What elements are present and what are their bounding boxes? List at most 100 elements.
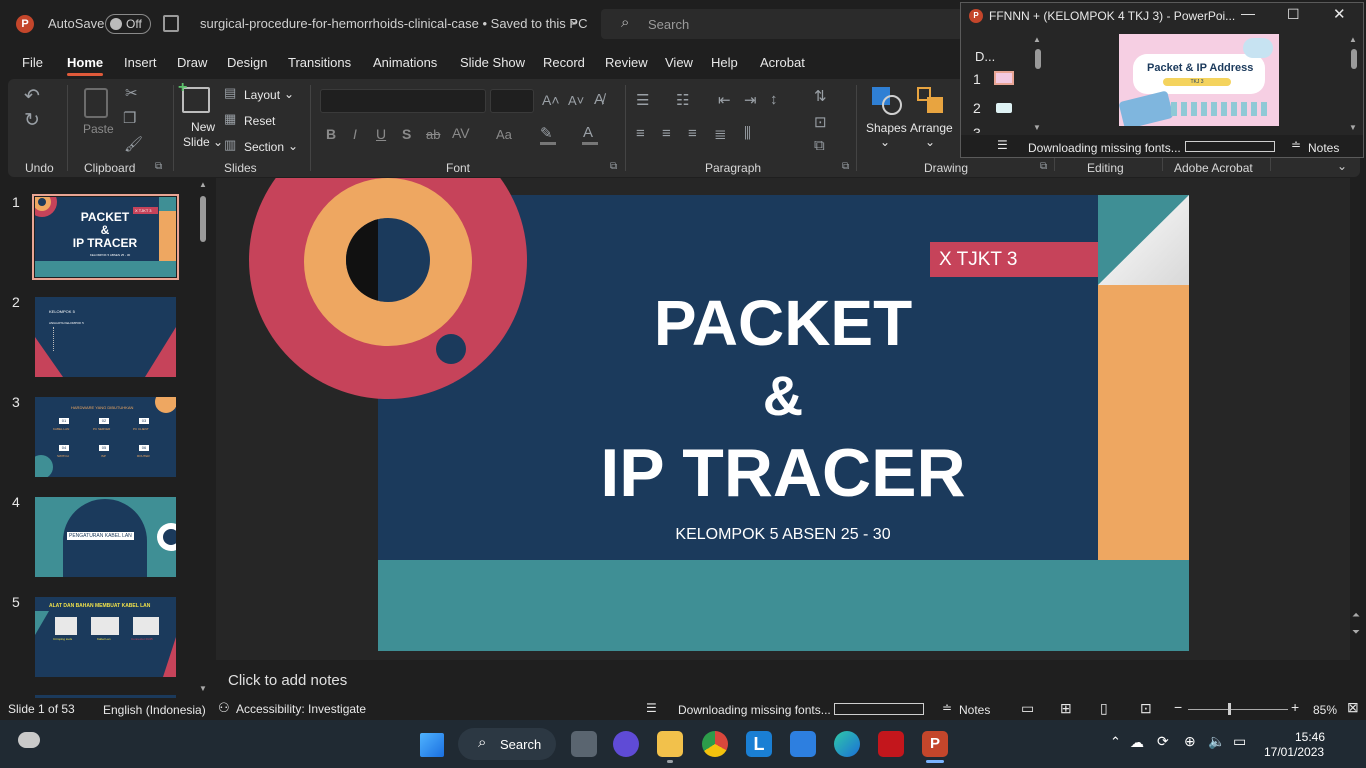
close-icon[interactable]: ✕: [1333, 5, 1346, 23]
document-title[interactable]: surgical-procedure-for-hemorrhoids-clini…: [200, 16, 587, 31]
decrease-font-icon[interactable]: A˅: [568, 93, 584, 108]
chevron-down-icon[interactable]: ⌄: [569, 13, 579, 27]
undo-icon[interactable]: ↶: [24, 85, 40, 108]
weather-icon[interactable]: [18, 732, 40, 748]
tab-transitions[interactable]: Transitions: [288, 55, 351, 70]
slide-sorter-icon[interactable]: ⊞: [1060, 700, 1072, 717]
language-globe-icon[interactable]: ⊕: [1184, 733, 1196, 750]
paste-button[interactable]: Paste: [83, 122, 114, 136]
tab-acrobat[interactable]: Acrobat: [760, 55, 805, 70]
show-hidden-icons-icon[interactable]: ⌃: [1110, 734, 1121, 750]
line-spacing-icon[interactable]: ↕: [770, 91, 778, 108]
tab-slide-show[interactable]: Slide Show: [460, 55, 525, 70]
video-call-icon[interactable]: [613, 731, 639, 757]
numbering-icon[interactable]: ☷: [676, 91, 689, 109]
tab-design[interactable]: Design: [227, 55, 267, 70]
tab-draw[interactable]: Draw: [177, 55, 207, 70]
autosave-toggle[interactable]: Off: [105, 14, 151, 34]
zoom-out-icon[interactable]: −: [1174, 699, 1182, 715]
save-icon[interactable]: [163, 15, 179, 32]
thumbnails-scrollbar[interactable]: ▲ ▼: [198, 180, 208, 696]
bullets-icon[interactable]: ☰: [636, 91, 649, 109]
launcher-l-icon[interactable]: L: [746, 731, 772, 757]
align-right-icon[interactable]: ≡: [688, 125, 697, 142]
maximize-icon[interactable]: ☐: [1287, 6, 1300, 23]
scroll-up-icon[interactable]: ▲: [199, 180, 207, 189]
change-case-button[interactable]: Aa: [496, 127, 512, 142]
highlight-icon[interactable]: ✎: [540, 124, 553, 142]
zoom-slider[interactable]: [1188, 703, 1288, 715]
drawing-launcher-icon[interactable]: ⧉: [1040, 161, 1047, 172]
accessibility-status[interactable]: Accessibility: Investigate: [236, 702, 366, 716]
edge-browser-icon[interactable]: [834, 731, 860, 757]
windows-start-icon[interactable]: [420, 733, 444, 757]
cut-icon[interactable]: ✂: [125, 84, 138, 102]
browser-chrome-icon[interactable]: [702, 731, 728, 757]
new-slide-button[interactable]: New Slide ⌄: [183, 120, 223, 150]
taskbar-search-button[interactable]: ⌕ Search: [458, 728, 556, 760]
zoom-in-icon[interactable]: +: [1291, 699, 1299, 715]
thumbnail-slide-5[interactable]: ALAT DAN BAHAN MEMBUAT KABEL LAN Crimpin…: [35, 597, 176, 677]
section-button[interactable]: Section: [244, 140, 284, 154]
normal-view-icon[interactable]: ▭: [1021, 700, 1034, 717]
clock-time[interactable]: 15:46: [1295, 730, 1325, 744]
font-name-dropdown[interactable]: [320, 89, 486, 113]
thumbnail-slide-1[interactable]: X TJKT 3 PACKET & IP TRACER KELOMPOK 5 ABS…: [32, 194, 179, 280]
minimize-icon[interactable]: —: [1241, 5, 1255, 21]
increase-font-icon[interactable]: A˄: [542, 92, 560, 108]
clipboard-launcher-icon[interactable]: ⧉: [155, 161, 162, 172]
align-text-icon[interactable]: ⊡: [814, 113, 827, 131]
search-box[interactable]: ⌕ Search: [601, 9, 963, 39]
decrease-indent-icon[interactable]: ⇤: [718, 91, 731, 109]
zoom-level[interactable]: 85%: [1313, 703, 1337, 717]
justify-icon[interactable]: ≣: [714, 125, 727, 143]
shadow-button[interactable]: S: [402, 126, 411, 142]
redo-icon[interactable]: ↻: [24, 109, 40, 132]
align-center-icon[interactable]: ≡: [662, 125, 671, 142]
clear-formatting-icon[interactable]: A̸: [594, 91, 604, 108]
onedrive-icon[interactable]: ☁: [1130, 734, 1144, 751]
thumbnail-slide-2[interactable]: KELOMPOK 5 ANGGOTA KELOMPOK 5: [35, 297, 176, 377]
arrange-button[interactable]: Arrange: [910, 121, 953, 135]
underline-button[interactable]: U: [376, 126, 386, 142]
powerpoint-taskbar-icon[interactable]: P: [922, 731, 948, 757]
thumbnail-slide-4[interactable]: PENGATURAN KABEL LAN: [35, 497, 176, 577]
shapes-button[interactable]: Shapes: [866, 121, 907, 135]
previous-slide-icon[interactable]: ⏶: [1352, 610, 1360, 621]
float-thumb-1[interactable]: [994, 71, 1014, 85]
language-indicator[interactable]: English (Indonesia): [103, 703, 206, 717]
tab-insert[interactable]: Insert: [124, 55, 157, 70]
task-view-icon[interactable]: [571, 731, 597, 757]
increase-indent-icon[interactable]: ⇥: [744, 91, 757, 109]
file-explorer-icon[interactable]: [657, 731, 683, 757]
ribbon-collapse-icon[interactable]: ⌄: [1337, 159, 1347, 173]
next-slide-icon[interactable]: ⏷: [1352, 627, 1360, 638]
text-direction-icon[interactable]: ⇅: [814, 87, 827, 105]
battery-icon[interactable]: ▭: [1233, 733, 1246, 750]
float-thumb-2[interactable]: [996, 103, 1012, 113]
floating-powerpoint-window[interactable]: P FFNNN + (KELOMPOK 4 TKJ 3) - PowerPoi.…: [960, 2, 1364, 158]
paragraph-launcher-icon[interactable]: ⧉: [842, 161, 849, 172]
float-notes-button[interactable]: Notes: [1308, 141, 1339, 155]
thumbnail-slide-3[interactable]: HARDWARE YANG DIBUTUHKAN 01 02 03 04 05 …: [35, 397, 176, 477]
volume-icon[interactable]: 🔈: [1208, 733, 1225, 750]
reading-view-icon[interactable]: ▯: [1100, 700, 1108, 717]
strikethrough-button[interactable]: ab: [426, 127, 440, 142]
font-size-dropdown[interactable]: [490, 89, 534, 113]
clock-date[interactable]: 17/01/2023: [1264, 745, 1324, 759]
scroll-down-icon[interactable]: ▼: [199, 684, 207, 693]
arrange-icon[interactable]: [917, 87, 947, 115]
font-color-icon[interactable]: A: [583, 124, 593, 141]
font-launcher-icon[interactable]: ⧉: [610, 161, 617, 172]
zoom-slider-thumb[interactable]: [1228, 703, 1231, 715]
slideshow-icon[interactable]: ⊡: [1140, 700, 1152, 717]
smartart-icon[interactable]: ⧉: [814, 137, 825, 154]
float-slide-preview[interactable]: Packet & IP Address TKJ 3: [1119, 34, 1279, 126]
bold-button[interactable]: B: [326, 126, 336, 142]
align-left-icon[interactable]: ≡: [636, 125, 645, 142]
microsoft-store-icon[interactable]: [790, 731, 816, 757]
layout-button[interactable]: Layout: [244, 88, 280, 102]
tab-animations[interactable]: Animations: [373, 55, 437, 70]
tab-view[interactable]: View: [665, 55, 693, 70]
tab-file[interactable]: File: [22, 55, 43, 70]
